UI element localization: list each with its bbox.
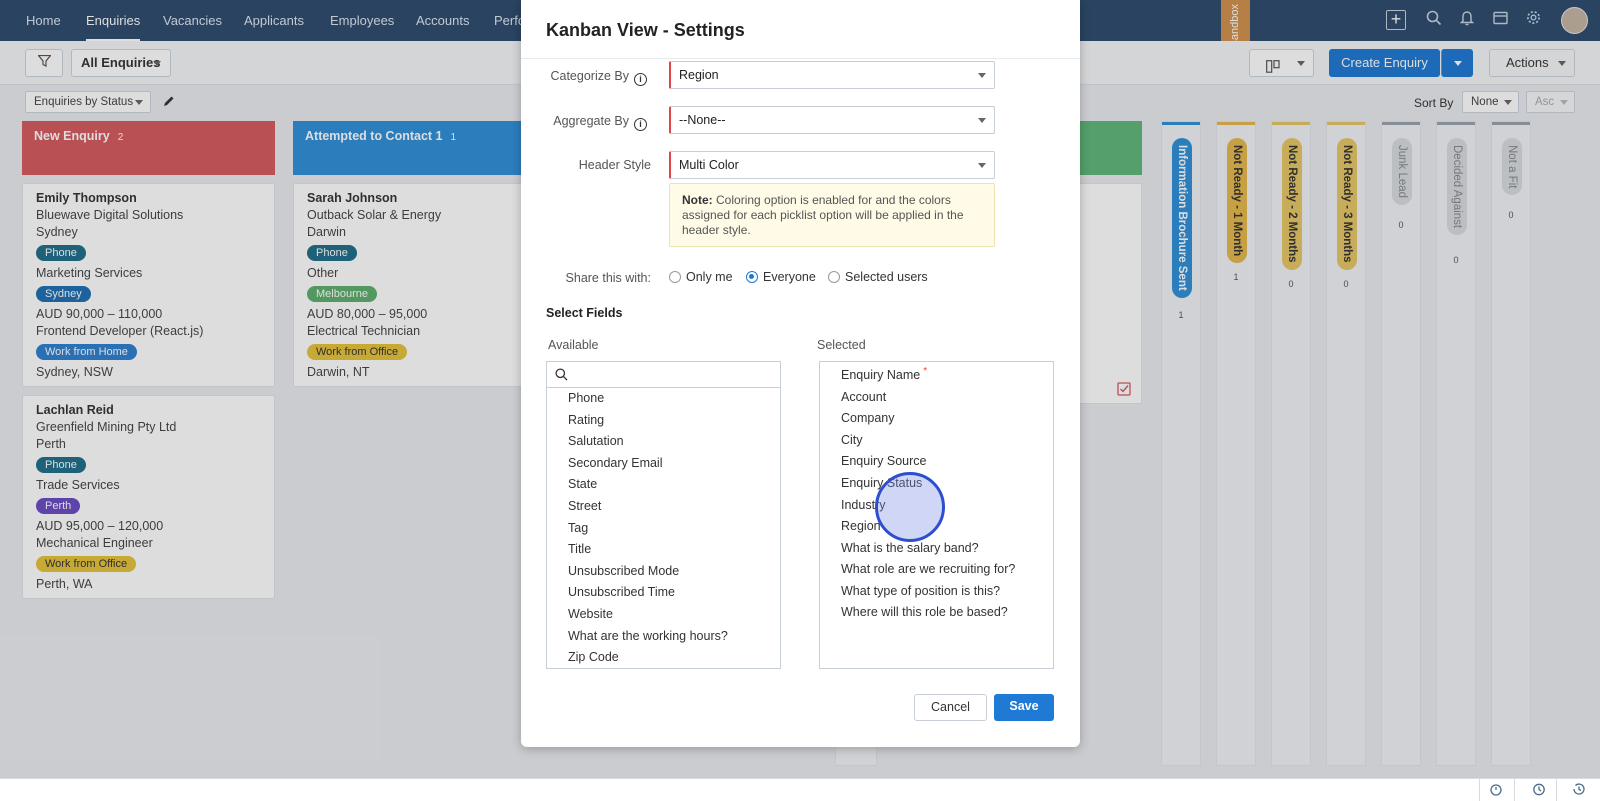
available-field-item[interactable]: Secondary Email [568, 456, 663, 470]
modal-title: Kanban View - Settings [546, 20, 745, 40]
header-style-note: Note: Coloring option is enabled for and… [669, 183, 995, 247]
available-field-item[interactable]: State [568, 477, 597, 491]
info-icon[interactable]: i [634, 118, 647, 131]
header-style-label: Header Style [578, 158, 651, 172]
info-icon[interactable]: i [634, 73, 647, 86]
aggregate-by-text: Aggregate By [553, 114, 629, 128]
available-heading: Available [548, 338, 599, 352]
search-icon [555, 368, 568, 384]
available-field-item[interactable]: Rating [568, 413, 604, 427]
available-field-item[interactable]: Zip Code [568, 650, 619, 664]
categorize-by-value: Region [679, 68, 719, 82]
available-field-item[interactable]: Website [568, 607, 613, 621]
available-field-item[interactable]: Unsubscribed Time [568, 585, 675, 599]
categorize-by-select[interactable]: Region [669, 61, 995, 89]
selected-field-item[interactable]: What is the salary band? [841, 541, 979, 555]
selected-field-item[interactable]: Enquiry Source [841, 454, 926, 468]
kanban-settings-modal: Kanban View - Settings Categorize By i Re… [521, 0, 1080, 747]
selected-field-label: Enquiry Name [841, 368, 921, 382]
available-field-item[interactable]: Salutation [568, 434, 624, 448]
available-field-item[interactable]: Street [568, 499, 601, 513]
categorize-by-label: Categorize By i [521, 69, 647, 86]
click-indicator [875, 472, 945, 542]
share-option-label: Only me [686, 270, 733, 284]
cancel-button[interactable]: Cancel [914, 694, 987, 721]
available-field-item[interactable]: Phone [568, 391, 604, 405]
share-option-label: Selected users [845, 270, 928, 284]
available-field-item[interactable]: Title [568, 542, 591, 556]
aggregate-by-select[interactable]: --None-- [669, 106, 995, 134]
radio-checked-icon[interactable] [746, 271, 758, 283]
aggregate-by-value: --None-- [679, 113, 726, 127]
available-fields-list[interactable]: Phone Rating Salutation Secondary Email … [546, 361, 781, 669]
available-field-item[interactable]: Tag [568, 521, 588, 535]
alarm-clock-icon[interactable] [1532, 782, 1546, 799]
chevron-down-icon [978, 73, 986, 78]
note-prefix: Note: [682, 193, 713, 207]
reminder-icon[interactable] [1489, 782, 1503, 799]
selected-field-item[interactable]: Region [841, 519, 881, 533]
share-label: Share this with: [565, 271, 651, 285]
select-fields-heading: Select Fields [546, 306, 623, 320]
selected-field-item[interactable]: City [841, 433, 863, 447]
chevron-down-icon [978, 163, 986, 168]
header-style-value: Multi Color [679, 158, 739, 172]
available-field-item[interactable]: Unsubscribed Mode [568, 564, 679, 578]
share-option-only-me[interactable]: Only me [669, 270, 733, 284]
modal-divider [521, 58, 1080, 59]
share-option-selected-users[interactable]: Selected users [828, 270, 928, 284]
available-search-input[interactable] [547, 362, 780, 388]
selected-field-item[interactable]: Enquiry Name * [841, 366, 928, 382]
bottom-bar [0, 778, 1600, 801]
required-mark: * [923, 366, 928, 377]
selected-field-item[interactable]: Account [841, 390, 886, 404]
selected-field-item[interactable]: Where will this role be based? [841, 605, 1008, 619]
selected-field-item[interactable]: Company [841, 411, 895, 425]
selected-field-item[interactable]: What role are we recruiting for? [841, 562, 1015, 576]
available-field-item[interactable]: What are the working hours? [568, 629, 728, 643]
save-button[interactable]: Save [994, 694, 1054, 721]
radio-unchecked-icon[interactable] [828, 271, 840, 283]
selected-heading: Selected [817, 338, 866, 352]
share-option-label: Everyone [763, 270, 816, 284]
aggregate-by-label: Aggregate By i [521, 114, 647, 131]
selected-field-item[interactable]: What type of position is this? [841, 584, 1000, 598]
chevron-down-icon [978, 118, 986, 123]
history-icon[interactable] [1572, 782, 1586, 799]
radio-unchecked-icon[interactable] [669, 271, 681, 283]
note-text: Coloring option is enabled for and the c… [682, 193, 964, 237]
share-option-everyone[interactable]: Everyone [746, 270, 816, 284]
categorize-by-text: Categorize By [550, 69, 629, 83]
header-style-select[interactable]: Multi Color [669, 151, 995, 179]
